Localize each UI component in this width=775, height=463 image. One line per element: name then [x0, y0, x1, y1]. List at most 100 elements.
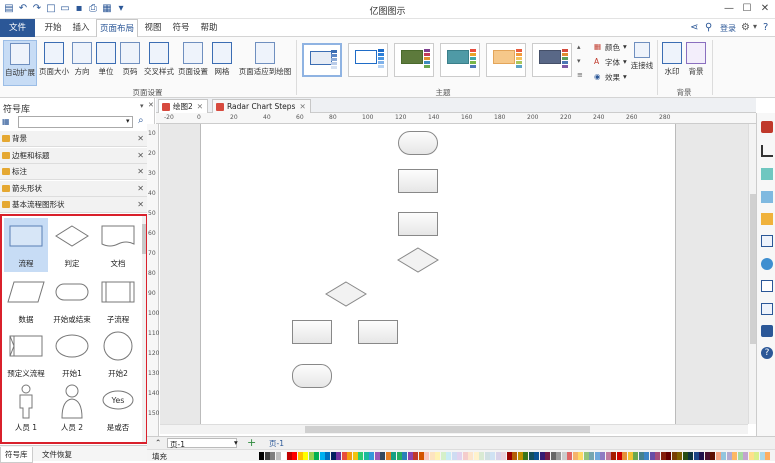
page-properties-icon[interactable]	[761, 235, 773, 247]
close-icon[interactable]: ✕	[137, 181, 144, 197]
tab-6[interactable]: 帮助	[196, 19, 222, 37]
library-grid-icon[interactable]: ▦	[2, 117, 10, 126]
doc-tab-drawing2[interactable]: 绘图2 ✕	[158, 99, 209, 113]
shape-subprocess[interactable]: 子流程	[96, 274, 140, 328]
chevron-down-icon[interactable]: ▾	[623, 57, 627, 66]
chat-icon[interactable]	[761, 325, 773, 337]
share-icon[interactable]: ⋖	[690, 22, 698, 33]
color-swatch[interactable]	[743, 452, 748, 460]
theme-effect-option[interactable]: 效果	[605, 72, 620, 83]
shape-start-end[interactable]: 开始或结束	[50, 274, 94, 328]
flow-process-3[interactable]	[292, 320, 332, 344]
color-swatch[interactable]	[402, 452, 407, 460]
shape-decision[interactable]: 判定	[50, 218, 94, 272]
fill-bucket-icon[interactable]	[761, 121, 773, 133]
orientation-button[interactable]: 方向	[71, 40, 93, 86]
color-swatch[interactable]	[523, 452, 528, 460]
library-search-input[interactable]	[18, 116, 133, 128]
tab-0[interactable]: 文件	[0, 19, 35, 37]
tab-5[interactable]: 符号	[168, 19, 194, 37]
color-swatch[interactable]	[314, 452, 319, 460]
color-swatch[interactable]	[418, 452, 424, 460]
theme-6[interactable]	[532, 43, 572, 77]
color-swatch[interactable]	[627, 452, 633, 460]
chevron-down-icon[interactable]: ▾	[126, 117, 130, 125]
color-swatch[interactable]	[297, 452, 303, 460]
color-swatch[interactable]	[385, 452, 391, 460]
library-category-3[interactable]: 箭头形状 ✕	[0, 180, 150, 197]
theme-2[interactable]	[348, 43, 388, 77]
library-category-1[interactable]: 边框和标题 ✕	[0, 147, 150, 164]
shadow-icon[interactable]	[761, 168, 773, 180]
drawing-canvas[interactable]	[160, 124, 748, 424]
color-swatch[interactable]	[556, 452, 561, 460]
theme-scroll-up-icon[interactable]: ▴	[577, 43, 581, 51]
library-category-2[interactable]: 标注 ✕	[0, 164, 150, 180]
color-swatch[interactable]	[649, 452, 655, 460]
background-button[interactable]: 背景	[685, 40, 707, 86]
theme-more-icon[interactable]: ≡	[577, 71, 583, 79]
color-swatch[interactable]	[550, 452, 556, 460]
color-swatch[interactable]	[688, 452, 693, 460]
theme-3[interactable]	[394, 43, 434, 77]
color-swatch[interactable]	[275, 452, 281, 460]
page-number-button[interactable]: 页码	[119, 40, 141, 86]
theme-1[interactable]	[302, 43, 342, 77]
color-swatch[interactable]	[534, 452, 539, 460]
flow-terminator[interactable]	[398, 131, 438, 155]
color-swatch[interactable]	[270, 452, 275, 460]
tab-1[interactable]: 开始	[40, 19, 66, 37]
shape-person1[interactable]: 人员 1	[4, 382, 48, 436]
auto-expand-button[interactable]: 自动扩展	[3, 40, 37, 86]
vertical-scrollbar[interactable]	[748, 124, 756, 424]
shape-process[interactable]: 流程	[4, 218, 48, 272]
shape-start2[interactable]: 开始2	[96, 328, 140, 382]
color-swatch[interactable]	[374, 452, 380, 460]
minimize-button[interactable]: —	[722, 2, 736, 16]
color-swatch[interactable]	[446, 452, 451, 460]
library-category-0[interactable]: 背景 ✕	[0, 131, 150, 147]
color-swatch[interactable]	[660, 452, 666, 460]
library-category-4[interactable]: 基本流程图形状 ✕	[0, 197, 150, 213]
color-swatch[interactable]	[715, 452, 721, 460]
color-swatch[interactable]	[600, 452, 605, 460]
flow-process-1[interactable]	[398, 169, 438, 193]
color-swatch[interactable]	[473, 452, 479, 460]
page-size-button[interactable]: 页面大小	[38, 40, 70, 86]
shape-start1[interactable]: 开始1	[50, 328, 94, 382]
chevron-down-icon[interactable]: ▾	[623, 42, 627, 51]
chevron-down-icon[interactable]: ▾	[234, 438, 238, 447]
color-swatch[interactable]	[429, 452, 435, 460]
flow-decision-2[interactable]	[325, 281, 367, 307]
shape-predefined-process[interactable]: 预定义流程	[4, 328, 48, 382]
color-swatch[interactable]	[292, 452, 297, 460]
color-swatch[interactable]	[319, 452, 325, 460]
color-swatch[interactable]	[567, 452, 572, 460]
color-swatch[interactable]	[699, 452, 704, 460]
color-swatch[interactable]	[506, 452, 512, 460]
color-swatch[interactable]	[358, 452, 363, 460]
page-tab-1[interactable]: 页-1	[269, 438, 284, 449]
close-icon[interactable]: ✕	[137, 131, 144, 147]
color-swatch[interactable]	[391, 452, 396, 460]
color-swatch[interactable]	[759, 452, 765, 460]
color-swatch[interactable]	[264, 452, 270, 460]
color-swatch[interactable]	[435, 452, 440, 460]
color-swatch[interactable]	[330, 452, 336, 460]
theme-scroll-down-icon[interactable]: ▾	[577, 57, 581, 65]
color-swatch[interactable]	[594, 452, 600, 460]
color-swatch[interactable]	[325, 452, 330, 460]
color-swatch[interactable]	[655, 452, 660, 460]
color-swatch[interactable]	[468, 452, 473, 460]
layer-icon[interactable]	[761, 213, 773, 225]
color-swatch[interactable]	[407, 452, 413, 460]
tab-4[interactable]: 视图	[140, 19, 166, 37]
color-swatch[interactable]	[693, 452, 699, 460]
close-icon[interactable]: ✕	[137, 148, 144, 164]
close-icon[interactable]: ✕	[137, 197, 144, 213]
color-swatch[interactable]	[682, 452, 688, 460]
color-swatch[interactable]	[495, 452, 501, 460]
theme-font-option[interactable]: 字体	[605, 57, 620, 68]
color-swatch[interactable]	[605, 452, 611, 460]
color-swatch[interactable]	[644, 452, 649, 460]
